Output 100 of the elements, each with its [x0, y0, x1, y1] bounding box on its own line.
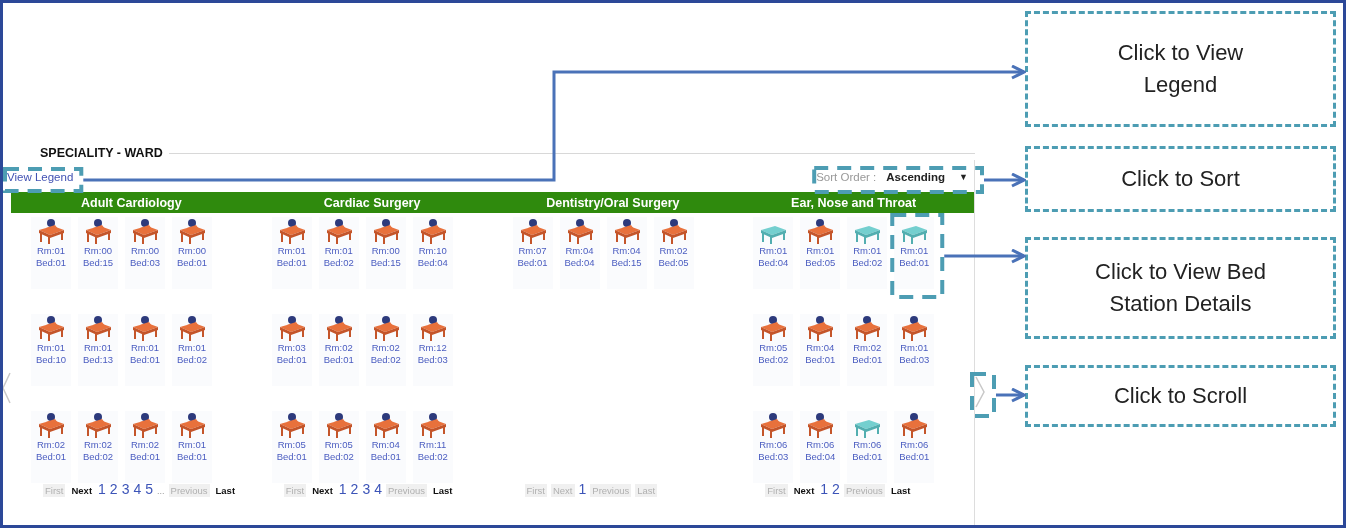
bed-station[interactable]: Rm:04 Bed:15 [606, 217, 647, 289]
bed-station[interactable]: Rm:02 Bed:05 [653, 217, 694, 289]
room-label[interactable]: Rm:12 [418, 342, 447, 354]
bed-label[interactable]: Bed:15 [82, 257, 114, 269]
occupied-bed-icon[interactable] [899, 314, 930, 342]
pager-link[interactable]: Last [213, 484, 238, 497]
bed-station[interactable]: Rm:01 Bed:02 [847, 217, 888, 289]
room-label[interactable]: Rm:06 [900, 439, 929, 451]
pager-link[interactable]: Last [888, 484, 913, 497]
bed-label[interactable]: Bed:01 [276, 257, 307, 269]
room-label[interactable]: Rm:03 [277, 342, 306, 354]
occupied-bed-icon[interactable] [177, 411, 207, 439]
bed-label[interactable]: Bed:02 [852, 257, 883, 269]
room-label[interactable]: Rm:05 [324, 439, 353, 451]
room-label[interactable]: Rm:00 [84, 245, 112, 257]
room-label[interactable]: Rm:01 [853, 245, 882, 257]
bed-station[interactable]: Rm:02 Bed:01 [31, 411, 71, 483]
bed-station[interactable]: Rm:06 Bed:01 [847, 411, 888, 483]
bed-station[interactable]: Rm:05 Bed:01 [271, 411, 312, 483]
bed-station[interactable]: Rm:01 Bed:03 [894, 314, 935, 386]
bed-station[interactable]: Rm:04 Bed:01 [365, 411, 406, 483]
room-label[interactable]: Rm:04 [612, 245, 641, 257]
bed-label[interactable]: Bed:01 [899, 257, 930, 269]
bed-label[interactable]: Bed:01 [899, 451, 930, 463]
sort-order-dropdown[interactable]: Ascending ▼ [882, 170, 972, 184]
room-label[interactable]: Rm:01 [37, 342, 65, 354]
pager-link[interactable]: Next [310, 484, 335, 497]
room-label[interactable]: Rm:01 [277, 245, 306, 257]
bed-label[interactable]: Bed:01 [276, 354, 307, 366]
bed-station[interactable]: Rm:01 Bed:04 [753, 217, 794, 289]
bed-station[interactable]: Rm:03 Bed:01 [271, 314, 312, 386]
bed-label[interactable]: Bed:04 [758, 257, 789, 269]
bed-label[interactable]: Bed:13 [82, 354, 114, 366]
occupied-bed-icon[interactable] [83, 217, 113, 245]
occupied-bed-icon[interactable] [83, 314, 113, 342]
bed-label[interactable]: Bed:05 [658, 257, 689, 269]
bed-station[interactable]: Rm:05 Bed:02 [753, 314, 794, 386]
bed-station[interactable]: Rm:01 Bed:10 [31, 314, 71, 386]
bed-station[interactable]: Rm:05 Bed:02 [318, 411, 359, 483]
occupied-bed-icon[interactable] [899, 411, 930, 439]
bed-station[interactable]: Rm:10 Bed:04 [412, 217, 453, 289]
bed-station[interactable]: Rm:01 Bed:01 [125, 314, 165, 386]
room-label[interactable]: Rm:02 [84, 439, 112, 451]
bed-label[interactable]: Bed:01 [129, 451, 161, 463]
bed-station[interactable]: Rm:06 Bed:01 [894, 411, 935, 483]
bed-label[interactable]: Bed:02 [758, 354, 789, 366]
room-label[interactable]: Rm:04 [371, 439, 400, 451]
bed-label[interactable]: Bed:01 [176, 257, 208, 269]
bed-station[interactable]: Rm:01 Bed:01 [271, 217, 312, 289]
bed-label[interactable]: Bed:03 [758, 451, 789, 463]
bed-label[interactable]: Bed:02 [82, 451, 114, 463]
bed-label[interactable]: Bed:01 [129, 354, 161, 366]
page-number-link[interactable]: 1 [98, 481, 106, 497]
room-label[interactable]: Rm:01 [178, 342, 206, 354]
occupied-bed-icon[interactable] [177, 314, 207, 342]
bed-station[interactable]: Rm:01 Bed:01 [31, 217, 71, 289]
bed-station[interactable]: Rm:01 Bed:02 [318, 217, 359, 289]
bed-label[interactable]: Bed:01 [852, 451, 883, 463]
occupied-bed-icon[interactable] [805, 217, 836, 245]
page-number-link[interactable]: 4 [374, 481, 382, 497]
page-number-link[interactable]: 3 [362, 481, 371, 497]
bed-label[interactable]: Bed:04 [805, 451, 836, 463]
room-label[interactable]: Rm:01 [324, 245, 353, 257]
bed-station[interactable]: Rm:04 Bed:01 [800, 314, 841, 386]
bed-label[interactable]: Bed:01 [176, 451, 208, 463]
bed-label[interactable]: Bed:05 [805, 257, 836, 269]
bed-station[interactable]: Rm:01 Bed:05 [800, 217, 841, 289]
bed-station[interactable]: Rm:02 Bed:01 [847, 314, 888, 386]
room-label[interactable]: Rm:04 [565, 245, 594, 257]
bed-label[interactable]: Bed:02 [176, 354, 208, 366]
bed-label[interactable]: Bed:01 [35, 451, 67, 463]
bed-label[interactable]: Bed:01 [517, 257, 548, 269]
room-label[interactable]: Rm:01 [806, 245, 835, 257]
bed-station[interactable]: Rm:00 Bed:15 [78, 217, 118, 289]
occupied-bed-icon[interactable] [36, 217, 66, 245]
bed-station[interactable]: Rm:02 Bed:01 [125, 411, 165, 483]
bed-label[interactable]: Bed:15 [370, 257, 401, 269]
occupied-bed-icon[interactable] [805, 411, 836, 439]
page-number-link[interactable]: 5 [145, 481, 154, 497]
page-number-link[interactable]: 4 [133, 481, 142, 497]
bed-station[interactable]: Rm:01 Bed:01 [894, 217, 935, 289]
page-number-link[interactable]: 1 [820, 481, 829, 497]
bed-label[interactable]: Bed:04 [564, 257, 595, 269]
bed-label[interactable]: Bed:01 [35, 257, 67, 269]
room-label[interactable]: Rm:02 [659, 245, 688, 257]
bed-label[interactable]: Bed:10 [35, 354, 67, 366]
occupied-bed-icon[interactable] [83, 411, 113, 439]
room-label[interactable]: Rm:11 [419, 439, 447, 451]
pager-link[interactable]: Next [69, 484, 95, 497]
room-label[interactable]: Rm:05 [759, 342, 788, 354]
occupied-bed-icon[interactable] [130, 217, 160, 245]
bed-station[interactable]: Rm:04 Bed:04 [559, 217, 600, 289]
bed-label[interactable]: Bed:01 [370, 451, 401, 463]
occupied-bed-icon[interactable] [130, 411, 160, 439]
pager-link[interactable]: Next [791, 484, 817, 497]
room-label[interactable]: Rm:02 [324, 342, 353, 354]
occupied-bed-icon[interactable] [177, 217, 207, 245]
bed-label[interactable]: Bed:01 [805, 354, 836, 366]
room-label[interactable]: Rm:01 [900, 245, 929, 257]
bed-station[interactable]: Rm:11 Bed:02 [412, 411, 453, 483]
